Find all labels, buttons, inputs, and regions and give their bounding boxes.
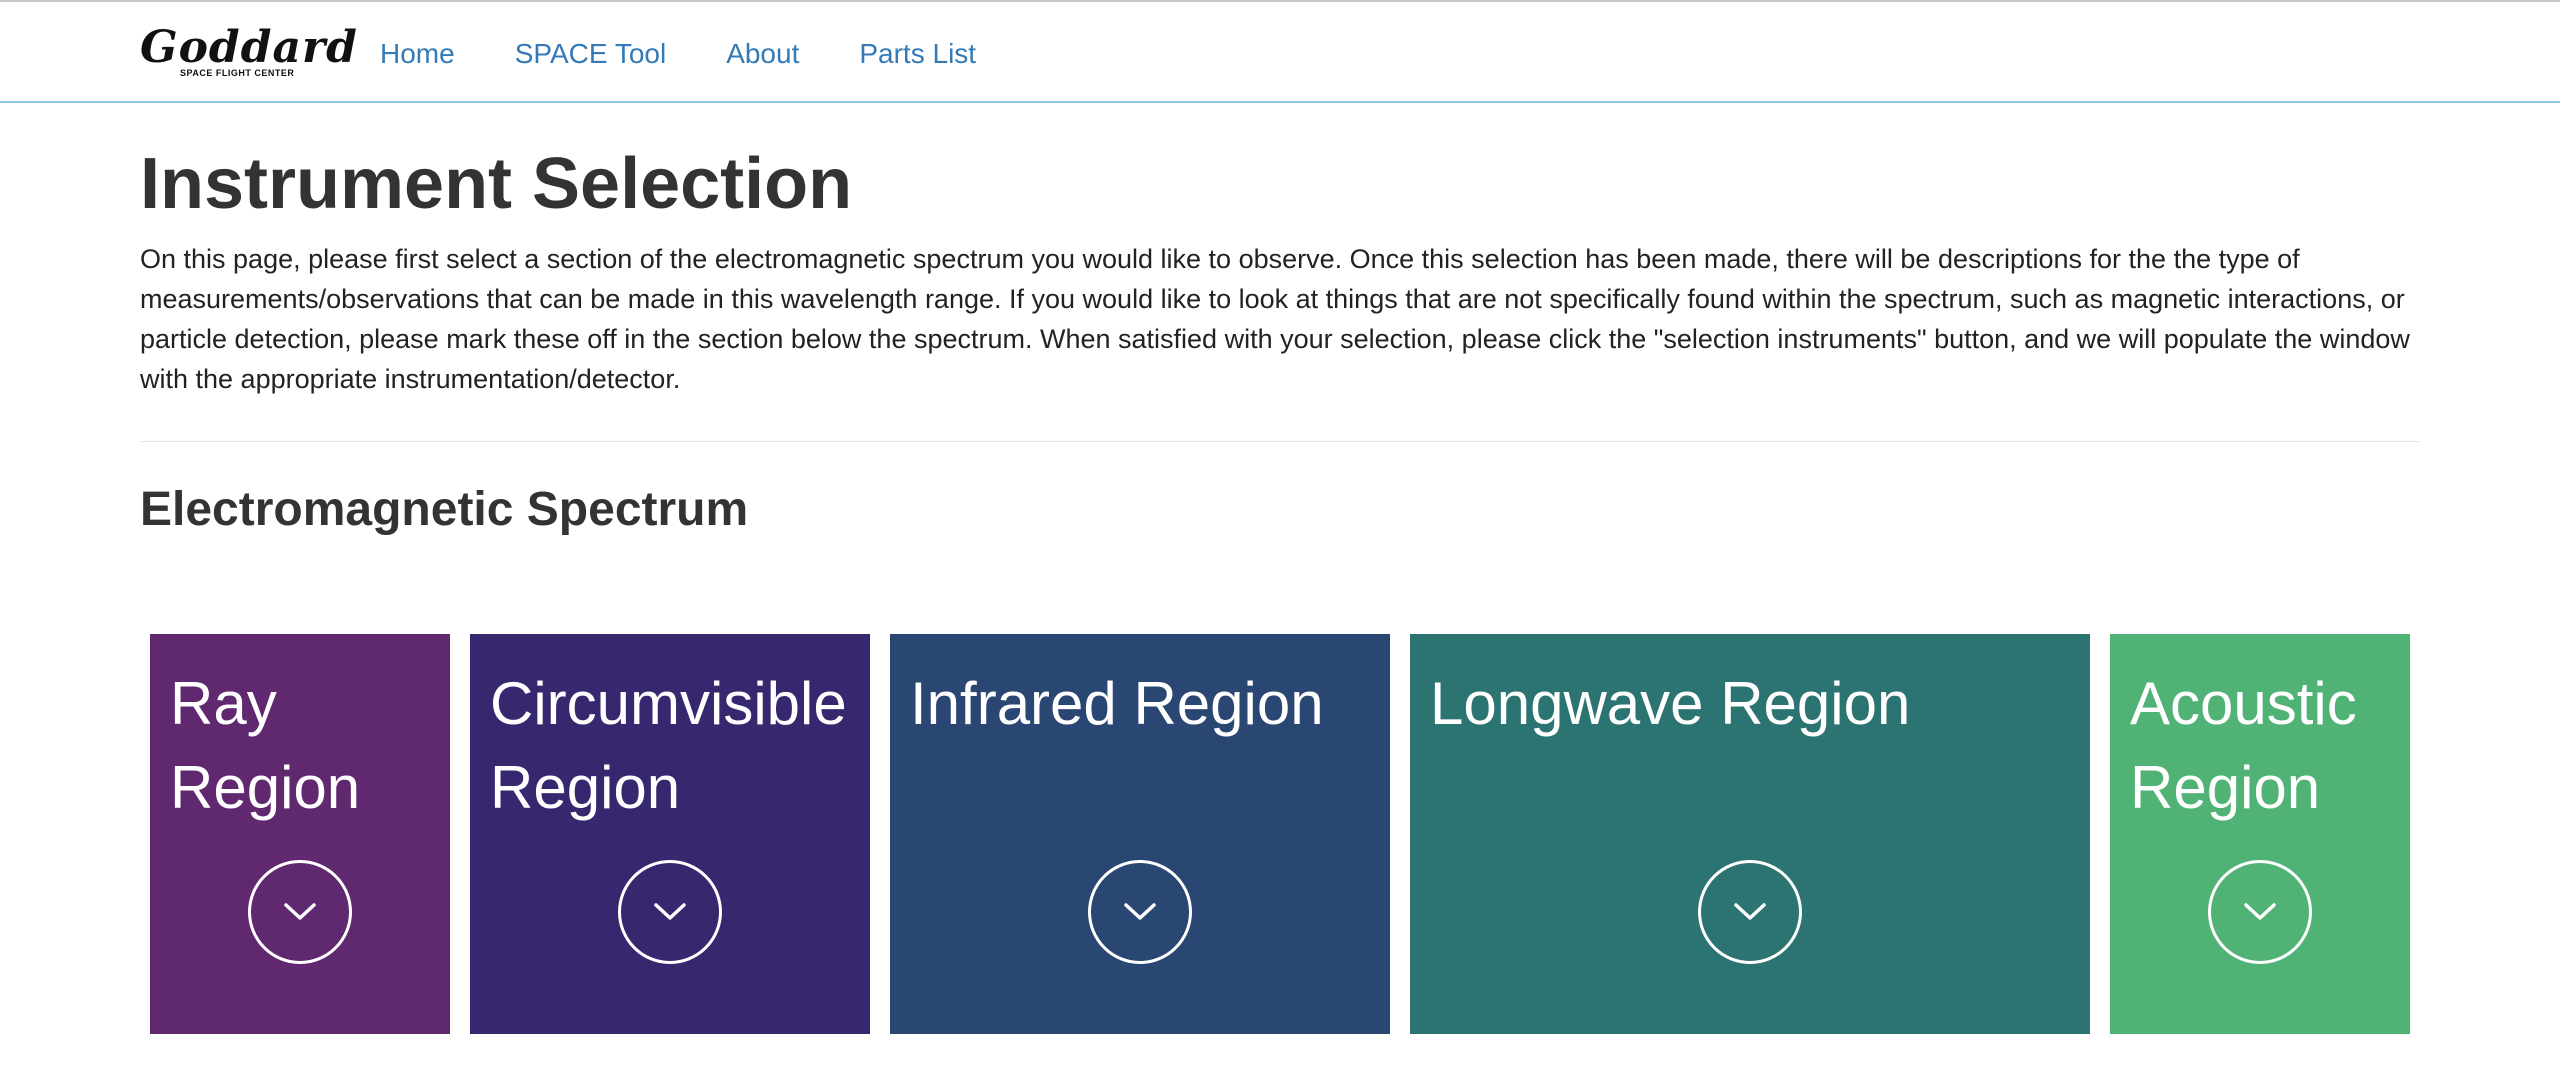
navbar: Goddard SPACE FLIGHT CENTER Home SPACE T… <box>0 0 2560 103</box>
spectrum-region-tiles: Ray Region Circumvisible Region Infrared… <box>150 634 2410 1034</box>
main-content: Instrument Selection On this page, pleas… <box>140 103 2420 540</box>
nav-link-about[interactable]: About <box>726 38 799 70</box>
chevron-down-icon[interactable] <box>1088 860 1192 964</box>
section-title: Electromagnetic Spectrum <box>140 483 749 536</box>
chevron-down-icon[interactable] <box>1698 860 1802 964</box>
region-tile-longwave[interactable]: Longwave Region <box>1410 634 2090 1034</box>
nav-link-parts-list[interactable]: Parts List <box>859 38 976 70</box>
region-tile-label: Acoustic Region <box>2130 670 2357 821</box>
main-nav: Home SPACE Tool About Parts List <box>380 2 1036 105</box>
chevron-down-icon[interactable] <box>248 860 352 964</box>
region-tile-circumvisible[interactable]: Circumvisible Region <box>470 634 870 1034</box>
region-tile-ray[interactable]: Ray Region <box>150 634 450 1034</box>
chevron-down-icon[interactable] <box>2208 860 2312 964</box>
logo-subtext: SPACE FLIGHT CENTER <box>180 68 295 78</box>
intro-paragraph: On this page, please first select a sect… <box>140 244 2410 394</box>
page-title: Instrument Selection <box>140 144 853 224</box>
region-tile-label: Ray Region <box>170 670 361 821</box>
region-tile-label: Circumvisible Region <box>490 670 847 821</box>
goddard-logo[interactable]: Goddard SPACE FLIGHT CENTER <box>140 22 357 82</box>
section-divider <box>140 441 2420 442</box>
logo-script-text: Goddard <box>140 22 358 73</box>
region-tile-acoustic[interactable]: Acoustic Region <box>2110 634 2410 1034</box>
region-tile-label: Longwave Region <box>1430 670 1911 737</box>
region-tile-label: Infrared Region <box>910 670 1324 737</box>
nav-link-space-tool[interactable]: SPACE Tool <box>515 38 666 70</box>
chevron-down-icon[interactable] <box>618 860 722 964</box>
region-tile-infrared[interactable]: Infrared Region <box>890 634 1390 1034</box>
nav-link-home[interactable]: Home <box>380 38 455 70</box>
